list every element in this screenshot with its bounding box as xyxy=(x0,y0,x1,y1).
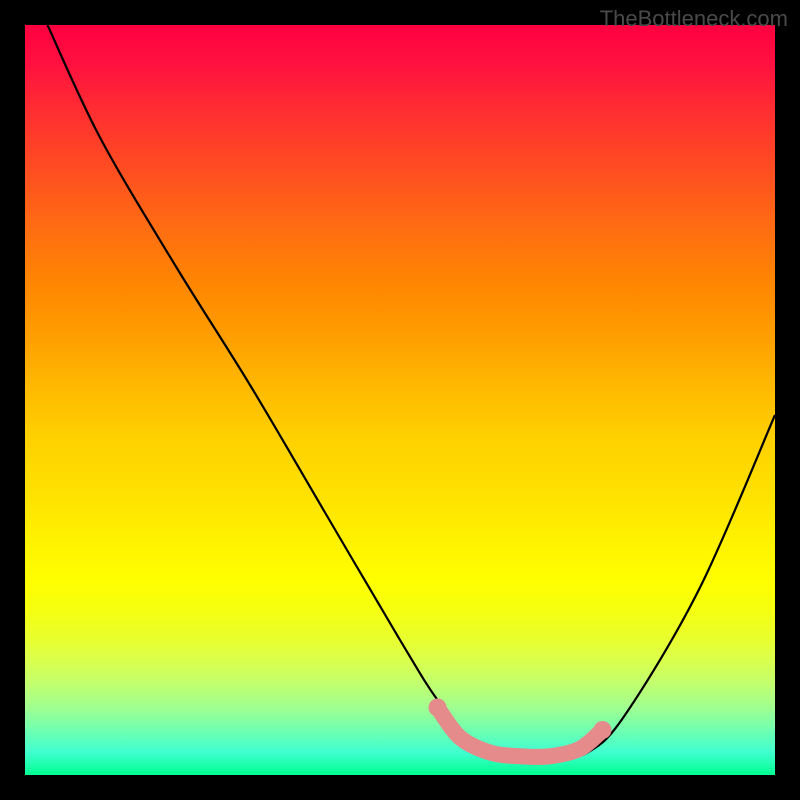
watermark-text: TheBottleneck.com xyxy=(600,6,788,32)
optimal-range-endpoint xyxy=(594,721,612,739)
plot-area xyxy=(25,25,775,775)
optimal-range-endpoint xyxy=(429,699,447,717)
chart-svg xyxy=(25,25,775,775)
optimal-range-line xyxy=(438,708,603,757)
bottleneck-curve-line xyxy=(48,25,776,761)
